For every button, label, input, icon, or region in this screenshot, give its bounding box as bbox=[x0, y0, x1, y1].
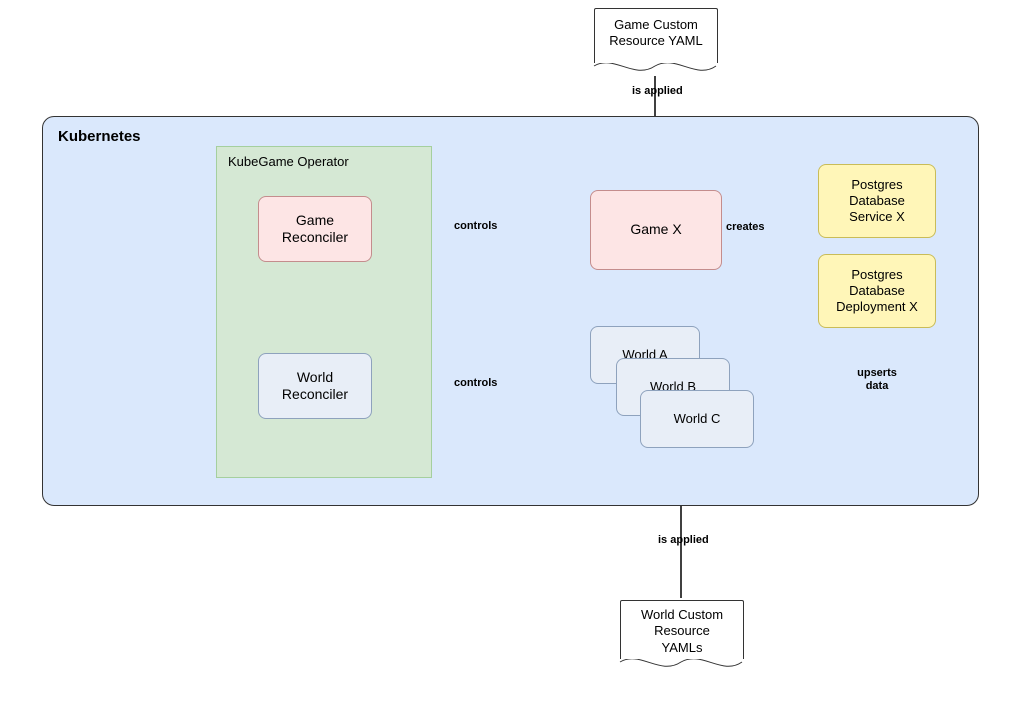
edge-upserts: upsertsdata bbox=[850, 367, 904, 392]
game-yaml-doc: Game CustomResource YAML bbox=[594, 8, 718, 63]
game-reconciler-label: GameReconciler bbox=[259, 197, 371, 261]
postgres-service-label: PostgresDatabaseService X bbox=[819, 165, 935, 237]
game-x-node: Game X bbox=[590, 190, 722, 270]
world-yaml-label: World CustomResourceYAMLs bbox=[621, 601, 743, 659]
game-x-label: Game X bbox=[591, 191, 721, 269]
game-reconciler-node: GameReconciler bbox=[258, 196, 372, 262]
world-yaml-doc: World CustomResourceYAMLs bbox=[620, 600, 744, 659]
edge-controls-game: controls bbox=[454, 220, 497, 233]
game-yaml-label: Game CustomResource YAML bbox=[595, 9, 717, 63]
world-reconciler-label: WorldReconciler bbox=[259, 354, 371, 418]
world-reconciler-node: WorldReconciler bbox=[258, 353, 372, 419]
diagram-stage: Kubernetes KubeGame Operator GameReconci… bbox=[0, 0, 1024, 704]
kubernetes-label: Kubernetes bbox=[58, 128, 141, 145]
postgres-deployment-node: PostgresDatabaseDeployment X bbox=[818, 254, 936, 328]
postgres-deployment-label: PostgresDatabaseDeployment X bbox=[819, 255, 935, 327]
edge-applied-world: is applied bbox=[658, 534, 709, 547]
world-c-label: World C bbox=[641, 391, 753, 447]
world-c-node: World C bbox=[640, 390, 754, 448]
edge-controls-world: controls bbox=[454, 377, 497, 390]
edge-applied-game: is applied bbox=[632, 85, 683, 98]
edge-creates: creates bbox=[726, 221, 765, 234]
operator-label: KubeGame Operator bbox=[228, 154, 349, 169]
postgres-service-node: PostgresDatabaseService X bbox=[818, 164, 936, 238]
